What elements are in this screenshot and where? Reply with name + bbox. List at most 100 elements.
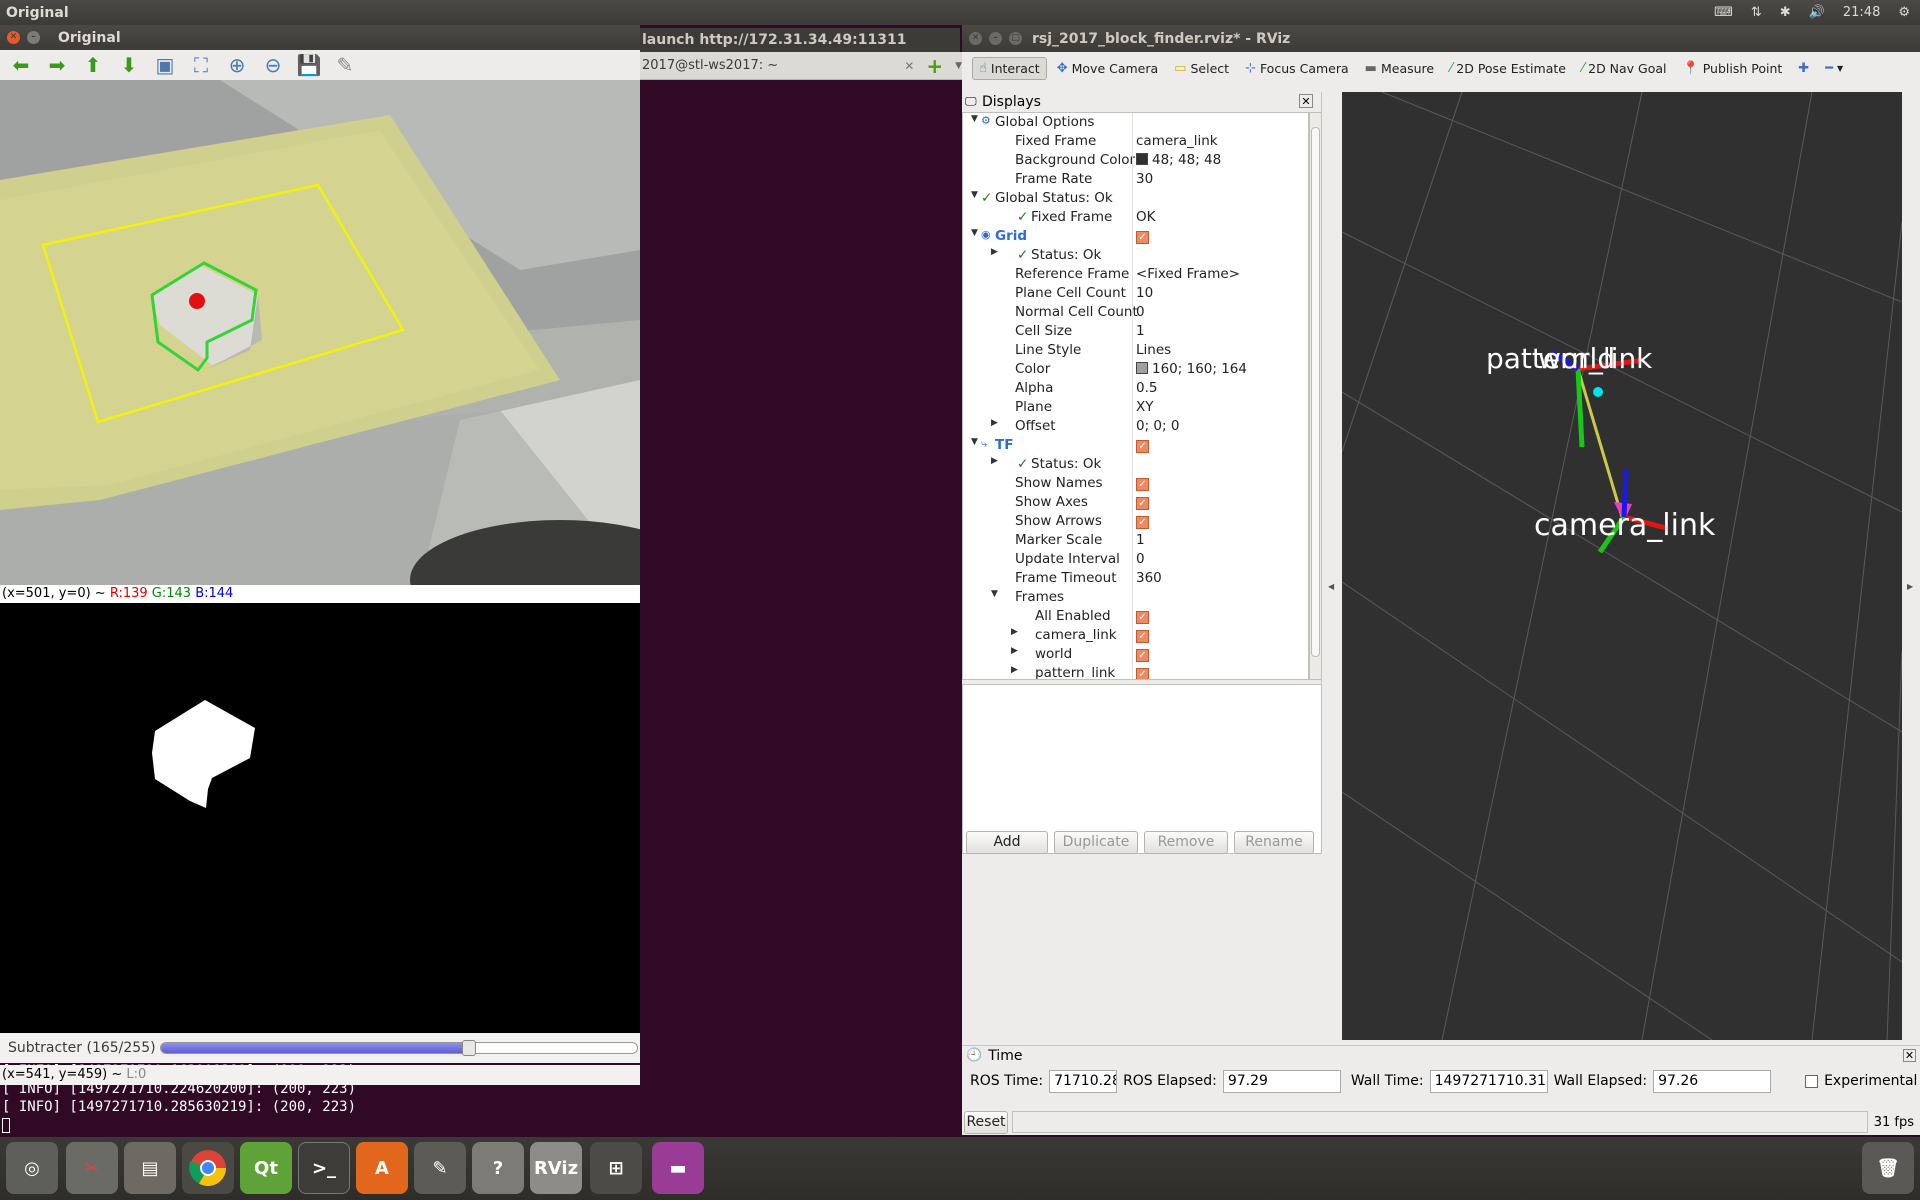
rviz-icon[interactable]: RViz <box>530 1142 582 1194</box>
tree-row[interactable]: Normal Cell Count 0 <box>963 303 1308 322</box>
add-button[interactable]: Add <box>966 830 1048 854</box>
3d-view[interactable]: pattern_link world camera_link <box>1342 92 1902 1040</box>
expand-right-icon[interactable]: ▶ <box>1011 646 1018 656</box>
checkbox[interactable]: ✓ <box>1136 649 1149 662</box>
tree-row[interactable]: ▶ Offset 0; 0; 0 <box>963 417 1308 436</box>
tree-row[interactable]: ✓ Fixed Frame OK <box>963 208 1308 227</box>
tool-nav-goal[interactable]: ⁄ 2D Nav Goal <box>1576 58 1673 79</box>
property-value[interactable]: ✓ <box>1136 627 1149 643</box>
property-value[interactable]: ✓ <box>1136 646 1149 662</box>
clock[interactable]: 21:48 <box>1843 5 1880 20</box>
scroll-thumb[interactable] <box>1311 127 1320 657</box>
experimental-checkbox[interactable] <box>1805 1074 1819 1088</box>
ubuntu-logo-icon[interactable]: ◎ <box>6 1142 58 1194</box>
property-value[interactable]: 48; 48; 48 <box>1136 152 1221 168</box>
expand-right-icon[interactable]: ▶ <box>991 456 998 466</box>
files-icon[interactable]: ▤ <box>124 1142 176 1194</box>
mask-image[interactable] <box>0 603 640 1033</box>
keyboard-icon[interactable]: ⌨ <box>1714 5 1733 20</box>
property-value[interactable]: 0; 0; 0 <box>1136 418 1179 434</box>
tool-move-camera[interactable]: ✥ Move Camera <box>1051 58 1164 79</box>
terminal-body[interactable] <box>640 80 960 1135</box>
checkbox[interactable]: ✓ <box>1136 231 1149 244</box>
property-value[interactable]: 360 <box>1136 570 1162 586</box>
tree-row[interactable]: ▼ ⤷ TF ✓ <box>963 436 1308 455</box>
settings-icon[interactable]: ✂ <box>66 1142 118 1194</box>
new-tab-icon[interactable]: + <box>926 54 943 78</box>
collapse-left-icon[interactable]: ◀ <box>1328 582 1334 591</box>
image-icon[interactable]: ▣ <box>152 53 178 77</box>
property-value[interactable]: 10 <box>1136 285 1153 301</box>
save-icon[interactable]: 💾 <box>296 53 322 77</box>
tree-row[interactable]: Fixed Frame camera_link <box>963 132 1308 151</box>
property-value[interactable]: 1 <box>1136 532 1145 548</box>
rename-button[interactable]: Rename <box>1234 830 1314 854</box>
tree-row[interactable]: Plane Cell Count 10 <box>963 284 1308 303</box>
chrome-icon[interactable] <box>182 1142 234 1194</box>
maximize-icon[interactable]: □ <box>1009 32 1022 45</box>
close-icon[interactable]: ✕ <box>1299 94 1313 108</box>
right-splitter[interactable]: ▶ <box>1902 92 1920 1040</box>
checkbox[interactable]: ✓ <box>1136 611 1149 624</box>
close-icon[interactable]: ✕ <box>969 32 982 45</box>
add-tool-button[interactable]: ✚ <box>1792 58 1815 79</box>
subtracter-slider[interactable] <box>160 1040 638 1056</box>
close-icon[interactable]: ✕ <box>1903 1049 1916 1062</box>
tree-row[interactable]: ▼ ⚙ Global Options <box>963 113 1308 132</box>
property-value[interactable]: <Fixed Frame> <box>1136 266 1240 282</box>
arrow-up-icon[interactable]: ⬆ <box>80 53 106 77</box>
tree-row[interactable]: Show Arrows ✓ <box>963 512 1308 531</box>
tree-row[interactable]: ▼ Frames <box>963 588 1308 607</box>
property-value[interactable]: ✓ <box>1136 228 1149 244</box>
bluetooth-icon[interactable]: ✱ <box>1780 5 1791 20</box>
ros-time-field[interactable]: 71710.28 <box>1049 1069 1118 1093</box>
duplicate-button[interactable]: Duplicate <box>1054 830 1138 854</box>
tree-row[interactable]: ▶ camera_link ✓ <box>963 626 1308 645</box>
wall-elapsed-field[interactable]: 97.26 <box>1653 1069 1772 1093</box>
tree-row[interactable]: Plane XY <box>963 398 1308 417</box>
collapse-right-icon[interactable]: ▶ <box>1907 582 1913 591</box>
property-value[interactable]: XY <box>1136 399 1154 415</box>
checkbox[interactable]: ✓ <box>1136 630 1149 643</box>
tree-row[interactable]: Show Axes ✓ <box>963 493 1308 512</box>
chevron-down-icon[interactable]: ▼ <box>955 61 962 71</box>
property-value[interactable]: ✓ <box>1136 608 1149 624</box>
gear-icon[interactable]: ⚙ <box>1898 5 1910 20</box>
ros-elapsed-field[interactable]: 97.29 <box>1222 1069 1341 1093</box>
tree-row[interactable]: Background Color 48; 48; 48 <box>963 151 1308 170</box>
close-icon[interactable]: ✕ <box>7 31 20 44</box>
slider-handle[interactable] <box>461 1040 476 1056</box>
zoom-out-icon[interactable]: ⊖ <box>260 53 286 77</box>
property-value[interactable]: ✓ <box>1136 437 1149 453</box>
close-icon[interactable]: ✕ <box>904 59 914 73</box>
tool-publish-point[interactable]: 📍 Publish Point <box>1677 58 1789 79</box>
network-icon[interactable]: ⇅ <box>1751 5 1762 20</box>
expand-right-icon[interactable]: ▶ <box>1011 627 1018 637</box>
tree-row[interactable]: All Enabled ✓ <box>963 607 1308 626</box>
arrow-right-icon[interactable]: ➡ <box>44 53 70 77</box>
tree-row[interactable]: ▶ ✓ Status: Ok <box>963 455 1308 474</box>
property-value[interactable]: 160; 160; 164 <box>1136 361 1247 377</box>
tree-row[interactable]: Cell Size 1 <box>963 322 1308 341</box>
zoom-fit-icon[interactable]: ⛶ <box>188 53 214 77</box>
trash-icon[interactable]: 🗑 <box>1862 1142 1914 1194</box>
tool-select[interactable]: ▭ Select <box>1168 58 1235 79</box>
wall-time-field[interactable]: 1497271710.31 <box>1429 1069 1548 1093</box>
property-value[interactable]: camera_link <box>1136 133 1218 149</box>
tree-row[interactable]: Update Interval 0 <box>963 550 1308 569</box>
arrow-down-icon[interactable]: ⬇ <box>116 53 142 77</box>
minimize-icon[interactable]: – <box>27 31 40 44</box>
tool-interact[interactable]: ☝ Interact <box>972 56 1047 80</box>
expand-down-icon[interactable]: ▼ <box>971 190 978 200</box>
remove-button[interactable]: Remove <box>1144 830 1228 854</box>
checkbox[interactable]: ✓ <box>1136 497 1149 510</box>
expand-down-icon[interactable]: ▼ <box>971 114 978 124</box>
volume-icon[interactable]: 🔊 <box>1809 5 1825 20</box>
tool-measure[interactable]: ▬ Measure <box>1359 58 1440 79</box>
displays-tree[interactable]: ▼ ⚙ Global Options Fixed Frame camera_link Ba… <box>962 112 1309 680</box>
gimp-icon[interactable]: ✎ <box>414 1142 466 1194</box>
property-value[interactable]: ✓ <box>1136 665 1149 679</box>
property-value[interactable]: 0 <box>1136 304 1145 320</box>
workspaces-icon[interactable]: ⊞ <box>590 1142 642 1194</box>
property-value[interactable]: Lines <box>1136 342 1171 358</box>
